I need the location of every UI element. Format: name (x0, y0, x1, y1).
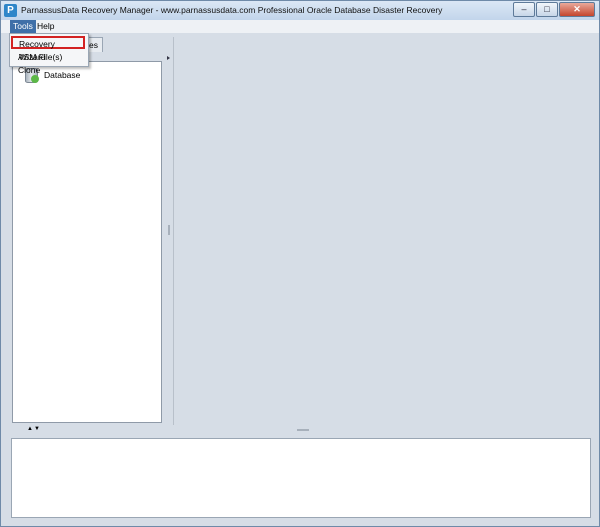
menu-help[interactable]: Help (34, 20, 57, 33)
minimize-button[interactable]: – (513, 2, 535, 17)
app-icon: P (4, 4, 17, 17)
menu-item-recovery-wizard[interactable]: Recovery Wizard (11, 36, 85, 62)
database-tree[interactable]: Database (12, 61, 162, 423)
vertical-splitter[interactable] (167, 37, 171, 425)
horizontal-splitter[interactable]: ▲▼ (7, 426, 593, 433)
window-title: ParnassusData Recovery Manager - www.par… (21, 5, 443, 15)
window-controls: – □ ✕ (512, 2, 595, 17)
menu-item-asm-file-clone[interactable]: ASM File(s) Clone (12, 51, 84, 75)
app-window: P ParnassusData Recovery Manager - www.p… (0, 0, 600, 527)
menu-bar: Tools Help (1, 20, 599, 33)
log-output-panel (11, 438, 591, 518)
main-content-area (173, 37, 594, 425)
tree-item-label: Database (44, 70, 81, 80)
collapse-right-arrow-icon[interactable] (167, 56, 170, 60)
splitter-grip (297, 429, 309, 431)
close-button[interactable]: ✕ (559, 2, 595, 17)
splitter-grip (168, 225, 170, 235)
menu-tools[interactable]: Tools (10, 20, 36, 33)
title-bar[interactable]: P ParnassusData Recovery Manager - www.p… (1, 1, 599, 20)
splitter-arrows-icon[interactable]: ▲▼ (27, 426, 41, 432)
navigator-panel: es Database (7, 37, 165, 425)
tools-dropdown-menu: Recovery Wizard ASM File(s) Clone (9, 33, 89, 75)
maximize-button[interactable]: □ (536, 2, 558, 17)
